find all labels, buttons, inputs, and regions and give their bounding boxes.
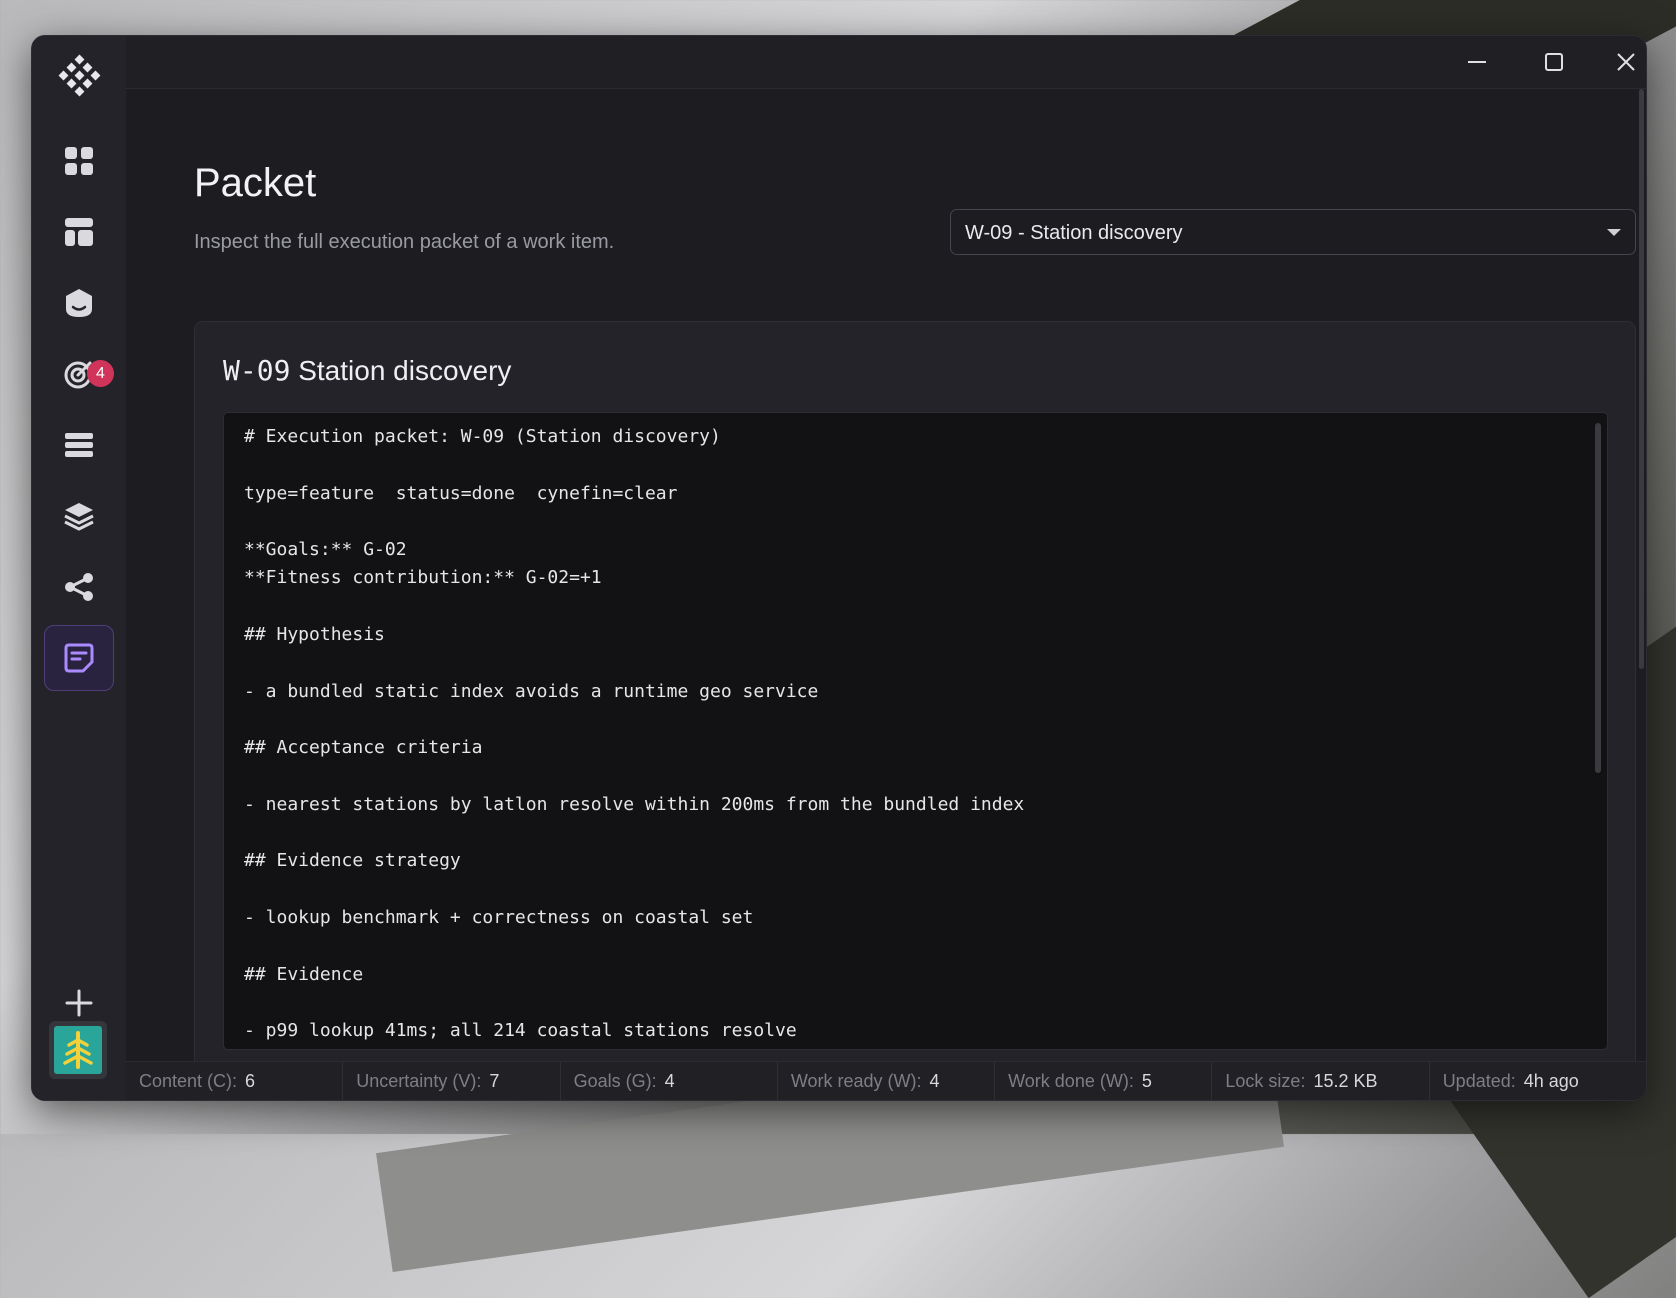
packet-line: type=feature status=done cynefin=clear [244, 482, 678, 504]
packet-line: ## Evidence [244, 963, 364, 985]
code-scrollbar[interactable] [1595, 423, 1601, 773]
status-value: 7 [489, 1070, 500, 1091]
main-content: Packet Inspect the full execution packet… [126, 89, 1646, 1081]
sidebar-item-dashboard[interactable] [44, 128, 114, 194]
status-item: Updated: 4h ago [1430, 1062, 1646, 1100]
work-item-name: Station discovery [298, 355, 512, 386]
packet-line: - p99 lookup 41ms; all 214 coastal stati… [244, 1020, 797, 1042]
status-item: Work done (W): 5 [995, 1062, 1213, 1100]
status-item: Lock size: 15.2 KB [1212, 1062, 1430, 1100]
close-icon [1617, 53, 1635, 71]
tree-icon [63, 1031, 93, 1069]
packet-line: - lookup benchmark + correctness on coas… [244, 907, 754, 929]
status-bar: Content (C): 6 Uncertainty (V): 7 Goals (G):… [126, 1061, 1646, 1100]
sidebar-item-graph[interactable] [44, 554, 114, 620]
packet-line: ## Evidence strategy [244, 850, 461, 872]
packet-card: W-09 Station discovery # Execution packe… [194, 321, 1636, 1081]
page-subtitle: Inspect the full execution packet of a w… [194, 231, 615, 253]
close-button[interactable] [1606, 46, 1646, 78]
status-label: Uncertainty (V): [356, 1070, 482, 1091]
work-item-select[interactable]: W-09 - Station discovery [950, 209, 1636, 255]
list-icon [65, 433, 93, 457]
status-value: 4h ago [1523, 1070, 1579, 1091]
status-label: Updated: [1442, 1070, 1516, 1091]
maximize-button[interactable] [1534, 46, 1574, 78]
note-icon [64, 643, 94, 673]
chevron-down-icon [1607, 229, 1621, 236]
packet-line: # Execution packet: W-09 (Station discov… [244, 426, 721, 447]
packet-line: - a bundled static index avoids a runtim… [244, 680, 819, 702]
packet-card-title: W-09 Station discovery [223, 354, 511, 387]
sidebar-item-packet[interactable] [44, 625, 114, 691]
page-title: Packet [194, 161, 317, 205]
status-item: Uncertainty (V): 7 [343, 1062, 561, 1100]
status-value: 4 [929, 1070, 940, 1091]
plus-icon [65, 989, 93, 1017]
minimize-button[interactable] [1457, 46, 1497, 78]
status-label: Work ready (W): [790, 1070, 922, 1091]
layers-icon [64, 503, 94, 531]
maximize-icon [1545, 53, 1563, 71]
bot-icon [66, 289, 92, 317]
share-icon [65, 573, 93, 601]
status-item: Work ready (W): 4 [778, 1062, 996, 1100]
minimize-icon [1468, 61, 1486, 63]
status-value: 4 [664, 1070, 675, 1091]
title-bar [126, 36, 1646, 89]
app-window: 4 Packet Inspect the full execution pack… [31, 35, 1647, 1101]
status-value: 5 [1141, 1070, 1152, 1091]
packet-line: ## Acceptance criteria [244, 737, 483, 759]
grid-icon [65, 147, 93, 175]
status-value: 6 [245, 1070, 256, 1091]
work-item-select-value: W-09 - Station discovery [965, 222, 1183, 244]
status-label: Lock size: [1225, 1070, 1306, 1091]
workspace-avatar[interactable] [49, 1021, 107, 1079]
packet-code-view[interactable]: # Execution packet: W-09 (Station discov… [223, 412, 1608, 1050]
status-label: Content (C): [139, 1070, 238, 1091]
work-item-id: W-09 [223, 354, 291, 387]
status-item: Goals (G): 4 [561, 1062, 778, 1100]
status-value: 15.2 KB [1313, 1070, 1378, 1091]
layout-icon [65, 218, 93, 246]
packet-line: **Goals:** G-02 [244, 539, 407, 561]
sidebar-item-list[interactable] [44, 412, 114, 478]
packet-text: # Execution packet: W-09 (Station discov… [224, 413, 1607, 1049]
main-scrollbar[interactable] [1639, 89, 1644, 669]
status-item: Content (C): 6 [126, 1062, 344, 1100]
sidebar-item-layers[interactable] [44, 483, 114, 549]
app-logo-icon[interactable] [54, 54, 104, 104]
goals-count-badge: 4 [87, 360, 114, 387]
status-label: Goals (G): [573, 1070, 657, 1091]
packet-line: - nearest stations by latlon resolve wit… [244, 793, 1025, 815]
packet-line: ## Hypothesis [244, 624, 385, 646]
sidebar-item-board[interactable] [44, 199, 114, 265]
sidebar-item-agent[interactable] [44, 270, 114, 336]
sidebar: 4 [32, 36, 127, 1100]
status-label: Work done (W): [1008, 1070, 1134, 1091]
packet-line: **Fitness contribution:** G-02=+1 [244, 567, 602, 589]
